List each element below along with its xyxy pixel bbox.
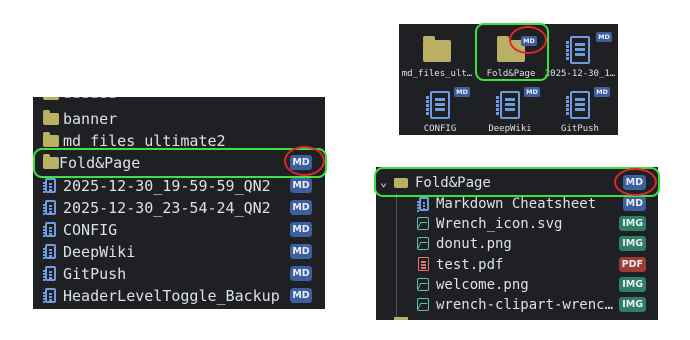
document-icon	[566, 91, 590, 119]
tree-item-test-pdf[interactable]: test.pdf PDF	[376, 255, 658, 275]
tree-item-markdown-cheatsheet[interactable]: Markdown Cheatsheet MD	[376, 194, 658, 214]
md-badge: MD	[290, 222, 312, 237]
list-item-label: 2025-12-30_19-59-59_QN2	[63, 177, 271, 195]
md-badge: MD	[596, 32, 612, 42]
folder-icon	[43, 97, 59, 100]
pdf-icon	[418, 257, 429, 271]
md-badge: MD	[454, 87, 470, 97]
list-item-label: banner	[63, 110, 118, 128]
grid-item-gitpush[interactable]: MD GitPush	[544, 81, 616, 134]
list-item-qn2-2354[interactable]: 2025-12-30_23-54-24_QN2 MD	[33, 197, 325, 219]
document-icon	[43, 178, 56, 193]
list-item-gitpush[interactable]: GitPush MD	[33, 263, 325, 285]
grid-item-md-files-ult[interactable]: md_files_ult…	[401, 26, 473, 79]
document-icon	[43, 222, 56, 237]
tree-item-welcome-png[interactable]: welcome.png IMG	[376, 275, 658, 295]
document-icon	[417, 197, 429, 211]
folder-icon	[423, 36, 451, 62]
highlight-circle-red	[509, 26, 547, 54]
grid-item-label: CONFIG	[423, 124, 457, 134]
list-item-partial[interactable]: ▪▪▪▪▪▪	[33, 97, 325, 105]
md-badge: MD	[290, 266, 312, 281]
md-badge: MD	[290, 288, 312, 303]
tree-item-label: Wrench_icon.svg	[436, 216, 563, 232]
grid-item-2025-12-30[interactable]: MD 2025-12-30_1…	[544, 26, 616, 79]
document-icon	[43, 244, 56, 259]
tree-item-label: test.pdf	[436, 257, 504, 273]
list-item-label: GitPush	[63, 265, 127, 283]
grid-item-label: 2025-12-30_1…	[544, 69, 616, 79]
list-item-deepwiki[interactable]: DeepWiki MD	[33, 241, 325, 263]
file-list-panel: ▪▪▪▪▪▪ banner md_files_ultimate2 Fold&Pa…	[33, 97, 325, 309]
highlight-circle-red	[284, 146, 325, 176]
img-badge: IMG	[619, 277, 646, 292]
document-icon	[43, 266, 56, 281]
md-badge: MD	[594, 87, 610, 97]
folder-icon	[43, 132, 59, 147]
grid-item-deepwiki[interactable]: MD DeepWiki	[474, 81, 546, 134]
image-icon	[417, 298, 429, 311]
list-item-config[interactable]: CONFIG MD	[33, 219, 325, 241]
list-item-qn2-1959[interactable]: 2025-12-30_19-59-59_QN2 MD	[33, 175, 325, 197]
list-item-headerleveltoggle-backup[interactable]: HeaderLevelToggle_Backup MD	[33, 285, 325, 307]
folder-icon	[43, 110, 59, 125]
list-item-label: HeaderLevelToggle_Backup	[63, 287, 280, 305]
img-badge: IMG	[619, 236, 646, 251]
grid-item-label: GitPush	[561, 124, 599, 134]
highlight-circle-red	[614, 168, 657, 196]
md-badge: MD	[622, 196, 646, 211]
tree-item-donut-png[interactable]: donut.png IMG	[376, 234, 658, 254]
tree-item-label: Markdown Cheatsheet	[436, 196, 597, 212]
grid-item-label: md_files_ult…	[401, 69, 473, 79]
list-item-label: 2025-12-30_23-54-24_QN2	[63, 199, 271, 217]
list-item-label: DeepWiki	[63, 243, 136, 261]
document-icon	[426, 91, 450, 119]
document-icon	[43, 288, 56, 303]
pdf-badge: PDF	[618, 257, 646, 272]
tree-item-label: donut.png	[436, 236, 512, 252]
image-icon	[417, 278, 429, 291]
img-badge: IMG	[619, 297, 646, 312]
document-icon	[43, 200, 56, 215]
grid-item-label: DeepWiki	[488, 124, 532, 134]
tree-item-wrench-clipart[interactable]: wrench-clipart-wrenc… IMG	[376, 295, 658, 315]
md-badge: MD	[524, 87, 540, 97]
tree-item-label: welcome.png	[436, 277, 529, 293]
document-icon	[496, 91, 520, 119]
md-badge: MD	[290, 244, 312, 259]
tree-item-label: wrench-clipart-wrenc…	[436, 297, 614, 313]
folder-icon-partial	[394, 317, 408, 320]
image-icon	[417, 237, 429, 250]
md-badge: MD	[290, 200, 312, 215]
tree-item-wrench-icon-svg[interactable]: Wrench_icon.svg IMG	[376, 214, 658, 234]
document-icon	[566, 36, 590, 64]
list-item-label: CONFIG	[63, 221, 118, 239]
img-badge: IMG	[619, 216, 646, 231]
md-badge: MD	[290, 178, 312, 193]
image-icon	[417, 217, 429, 230]
list-item-banner[interactable]: banner	[33, 108, 325, 130]
grid-item-config[interactable]: MD CONFIG	[404, 81, 476, 134]
highlight-box-green	[33, 148, 327, 178]
